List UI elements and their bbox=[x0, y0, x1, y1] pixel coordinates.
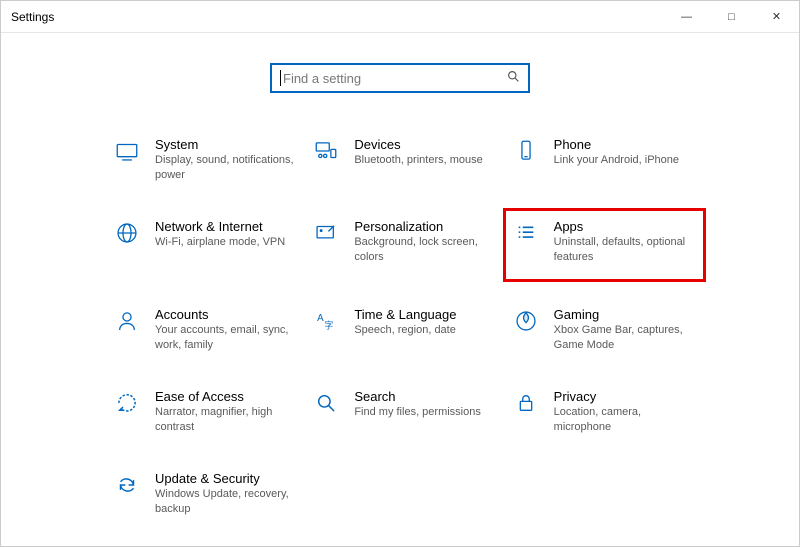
tile-desc: Wi-Fi, airplane mode, VPN bbox=[155, 235, 285, 250]
settings-home: Find a setting System Display, sound, no… bbox=[1, 33, 799, 531]
tile-desc: Xbox Game Bar, captures, Game Mode bbox=[554, 323, 694, 353]
tile-title: Personalization bbox=[354, 219, 494, 235]
gaming-icon bbox=[512, 307, 540, 335]
tile-desc: Find my files, permissions bbox=[354, 405, 481, 420]
tile-devices[interactable]: Devices Bluetooth, printers, mouse bbox=[310, 133, 499, 187]
tile-title: Devices bbox=[354, 137, 482, 153]
tile-desc: Narrator, magnifier, high contrast bbox=[155, 405, 295, 435]
tile-title: Apps bbox=[554, 219, 693, 235]
tile-accounts[interactable]: Accounts Your accounts, email, sync, wor… bbox=[111, 303, 300, 357]
tile-desc: Your accounts, email, sync, work, family bbox=[155, 323, 295, 353]
tile-title: Network & Internet bbox=[155, 219, 285, 235]
text-cursor bbox=[280, 70, 281, 86]
maximize-button[interactable]: □ bbox=[709, 2, 754, 32]
minimize-button[interactable]: ― bbox=[664, 2, 709, 32]
tile-gaming[interactable]: Gaming Xbox Game Bar, captures, Game Mod… bbox=[510, 303, 699, 357]
tile-ease-of-access[interactable]: Ease of Access Narrator, magnifier, high… bbox=[111, 385, 300, 439]
search-tile-icon bbox=[312, 389, 340, 417]
search-placeholder: Find a setting bbox=[283, 71, 507, 86]
lock-icon bbox=[512, 389, 540, 417]
apps-icon bbox=[512, 219, 540, 247]
tile-title: Ease of Access bbox=[155, 389, 295, 405]
titlebar: Settings ― □ ✕ bbox=[1, 1, 799, 33]
tile-desc: Uninstall, defaults, optional features bbox=[554, 235, 693, 265]
tile-title: Accounts bbox=[155, 307, 295, 323]
tile-title: Gaming bbox=[554, 307, 694, 323]
tile-personalization[interactable]: Personalization Background, lock screen,… bbox=[310, 215, 499, 275]
system-icon bbox=[113, 137, 141, 165]
search-icon bbox=[507, 70, 520, 86]
tile-privacy[interactable]: Privacy Location, camera, microphone bbox=[510, 385, 699, 439]
tile-title: Phone bbox=[554, 137, 679, 153]
phone-icon bbox=[512, 137, 540, 165]
tile-title: Time & Language bbox=[354, 307, 456, 323]
close-button[interactable]: ✕ bbox=[754, 2, 799, 32]
svg-text:字: 字 bbox=[325, 319, 334, 330]
tile-desc: Location, camera, microphone bbox=[554, 405, 694, 435]
window-controls: ― □ ✕ bbox=[664, 2, 799, 32]
ease-icon bbox=[113, 389, 141, 417]
tile-desc: Background, lock screen, colors bbox=[354, 235, 494, 265]
window-title: Settings bbox=[11, 10, 664, 24]
search-wrap: Find a setting bbox=[21, 63, 779, 93]
tile-title: Search bbox=[354, 389, 481, 405]
tile-apps[interactable]: Apps Uninstall, defaults, optional featu… bbox=[510, 215, 699, 275]
tile-desc: Bluetooth, printers, mouse bbox=[354, 153, 482, 168]
devices-icon bbox=[312, 137, 340, 165]
tile-title: System bbox=[155, 137, 295, 153]
tile-desc: Windows Update, recovery, backup bbox=[155, 487, 295, 517]
svg-text:A: A bbox=[317, 313, 324, 324]
person-icon bbox=[113, 307, 141, 335]
tile-phone[interactable]: Phone Link your Android, iPhone bbox=[510, 133, 699, 187]
tile-desc: Speech, region, date bbox=[354, 323, 456, 338]
tile-system[interactable]: System Display, sound, notifications, po… bbox=[111, 133, 300, 187]
tile-desc: Link your Android, iPhone bbox=[554, 153, 679, 168]
language-icon: A字 bbox=[312, 307, 340, 335]
tile-time-language[interactable]: A字 Time & Language Speech, region, date bbox=[310, 303, 499, 357]
brush-icon bbox=[312, 219, 340, 247]
tile-title: Privacy bbox=[554, 389, 694, 405]
tile-network[interactable]: Network & Internet Wi-Fi, airplane mode,… bbox=[111, 215, 300, 275]
tile-search[interactable]: Search Find my files, permissions bbox=[310, 385, 499, 439]
search-input[interactable]: Find a setting bbox=[270, 63, 530, 93]
tile-title: Update & Security bbox=[155, 471, 295, 487]
tile-update-security[interactable]: Update & Security Windows Update, recove… bbox=[111, 467, 300, 521]
settings-grid: System Display, sound, notifications, po… bbox=[21, 133, 779, 521]
tile-desc: Display, sound, notifications, power bbox=[155, 153, 295, 183]
globe-icon bbox=[113, 219, 141, 247]
update-icon bbox=[113, 471, 141, 499]
